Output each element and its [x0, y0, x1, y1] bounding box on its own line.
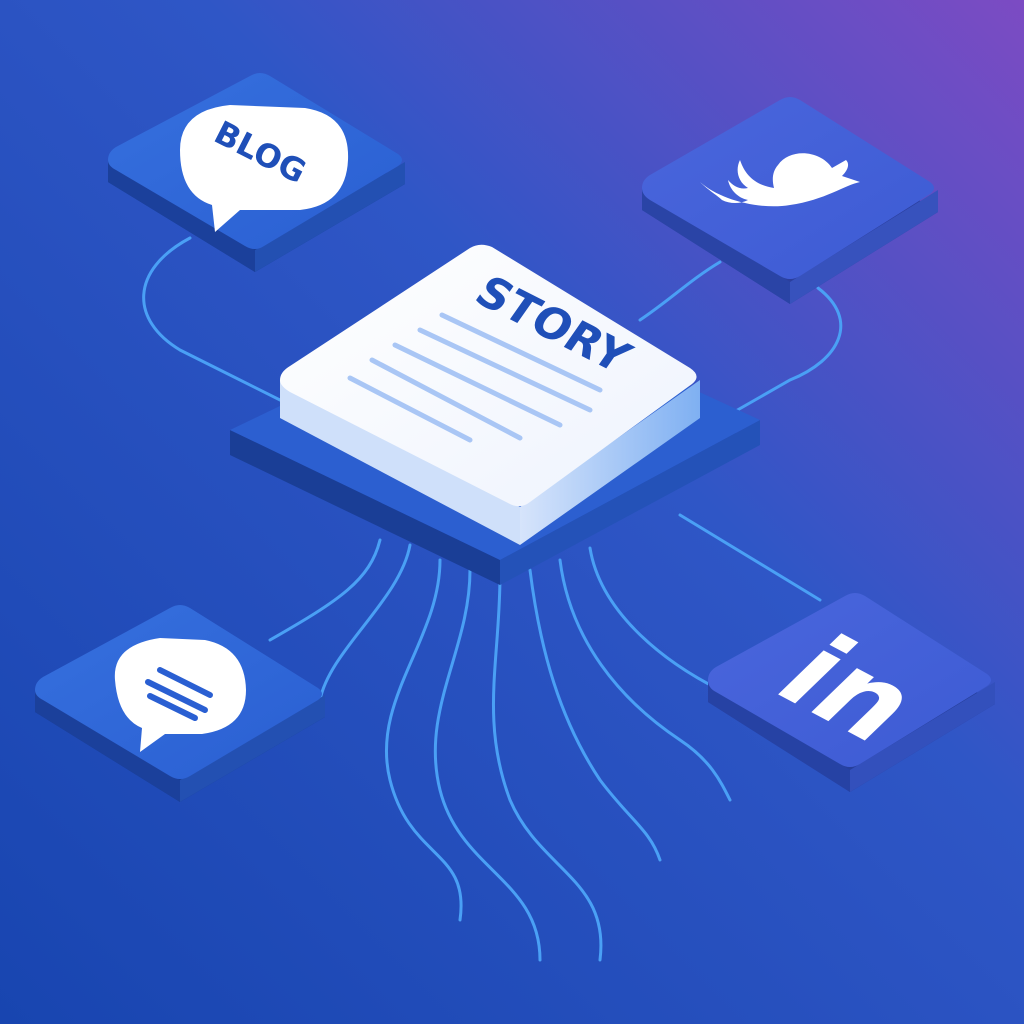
content-distribution-illustration: STORY BLOG in	[0, 0, 1024, 1024]
